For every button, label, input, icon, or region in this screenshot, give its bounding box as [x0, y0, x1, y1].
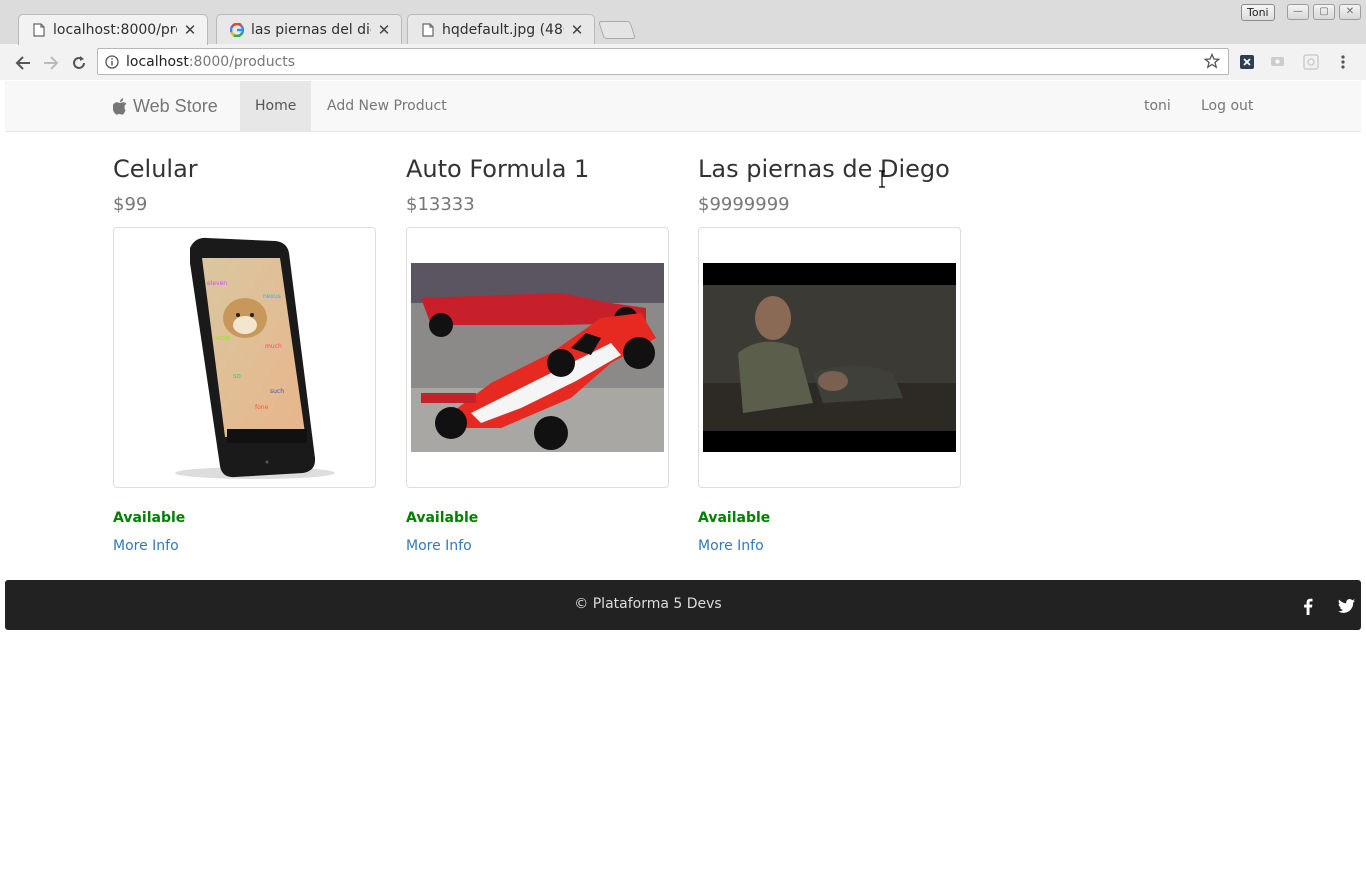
- more-info-link[interactable]: More Info: [113, 538, 376, 554]
- close-tab-icon[interactable]: ✕: [570, 21, 584, 39]
- svg-text:much: much: [265, 343, 282, 350]
- product-price: $9999999: [698, 194, 790, 215]
- availability-status: Available: [698, 510, 771, 526]
- url-text: localhost:8000/products: [126, 53, 296, 70]
- nav-home-link[interactable]: Home: [240, 81, 312, 131]
- product-price: $13333: [406, 194, 475, 215]
- twitter-icon[interactable]: [1336, 596, 1356, 616]
- site-footer: © Plataforma 5 Devs: [5, 580, 1361, 630]
- race-car-image: [411, 263, 664, 452]
- product-card: Celular $99 eleven nexus wow much so suc…: [113, 155, 376, 554]
- reload-icon[interactable]: [68, 52, 90, 74]
- svg-text:nexus: nexus: [263, 293, 281, 300]
- google-icon: [229, 22, 245, 38]
- more-info-link[interactable]: More Info: [406, 538, 669, 554]
- close-window-icon[interactable]: ✕: [1339, 4, 1361, 20]
- copyright-text: © Plataforma 5 Devs: [574, 596, 722, 612]
- close-tab-icon[interactable]: ✕: [377, 21, 391, 39]
- movie-still-image: [703, 263, 956, 452]
- info-icon[interactable]: [98, 54, 126, 69]
- close-tab-icon[interactable]: ✕: [183, 21, 197, 39]
- product-card: Las piernas de Diego $9999999 Available …: [698, 155, 961, 554]
- browser-tab-products[interactable]: localhost:8000/products ✕: [18, 14, 208, 45]
- svg-text:so: so: [233, 372, 241, 380]
- maximize-icon[interactable]: ▢: [1313, 4, 1335, 20]
- svg-text:wow: wow: [215, 334, 231, 342]
- more-info-link[interactable]: More Info: [698, 538, 961, 554]
- site-navbar: Web Store Home Add New Product toni Log …: [5, 81, 1361, 132]
- profile-badge[interactable]: Toni: [1241, 4, 1275, 21]
- facebook-icon[interactable]: [1298, 596, 1318, 616]
- product-thumbnail[interactable]: eleven nexus wow much so such fone: [113, 227, 376, 488]
- product-thumbnail[interactable]: [406, 227, 669, 488]
- brand-name: Web Store: [133, 95, 218, 116]
- availability-status: Available: [406, 510, 479, 526]
- extension-gear-icon[interactable]: [1302, 53, 1320, 71]
- apple-icon: [113, 97, 127, 115]
- svg-text:fone: fone: [255, 404, 269, 411]
- browser-tab-google[interactable]: las piernas del diego - Google ✕: [216, 14, 402, 44]
- svg-text:eleven: eleven: [207, 280, 227, 287]
- browser-tab-image[interactable]: hqdefault.jpg (480×360) ✕: [407, 14, 595, 44]
- text-cursor-icon: [879, 170, 885, 188]
- minimize-icon[interactable]: —: [1287, 4, 1309, 20]
- forward-arrow-icon[interactable]: [40, 52, 62, 74]
- product-price: $99: [113, 194, 148, 215]
- nav-logout-link[interactable]: Log out: [1201, 81, 1253, 131]
- product-name: Celular: [113, 155, 198, 183]
- nav-add-product-link[interactable]: Add New Product: [327, 81, 447, 131]
- phone-image: eleven nexus wow much so such fone: [174, 237, 335, 479]
- address-bar[interactable]: localhost:8000/products: [97, 48, 1229, 75]
- page-viewport: Web Store Home Add New Product toni Log …: [5, 81, 1361, 892]
- tab-title: localhost:8000/products: [53, 22, 177, 38]
- product-name: Auto Formula 1: [406, 155, 590, 183]
- page-icon: [31, 22, 47, 38]
- brand-link[interactable]: Web Store: [113, 81, 218, 131]
- tab-title: las piernas del diego - Google: [251, 21, 371, 38]
- back-arrow-icon[interactable]: [12, 52, 34, 74]
- product-thumbnail[interactable]: [698, 227, 961, 488]
- product-name: Las piernas de Diego: [698, 155, 950, 183]
- browser-chrome: las piernas del diego - Google ✕ hqdefau…: [0, 0, 1366, 80]
- nav-user-link[interactable]: toni: [1144, 81, 1171, 131]
- extension-x-icon[interactable]: [1238, 53, 1256, 71]
- new-tab-button[interactable]: [598, 21, 636, 39]
- tab-title: hqdefault.jpg (480×360): [442, 21, 564, 38]
- product-card: Auto Formula 1 $13333 Available More Inf…: [406, 155, 669, 554]
- svg-text:such: such: [270, 388, 284, 395]
- availability-status: Available: [113, 510, 186, 526]
- bookmark-star-icon[interactable]: [1203, 52, 1221, 73]
- extension-cast-icon[interactable]: [1269, 53, 1287, 71]
- page-icon: [420, 22, 436, 38]
- browser-menu-icon[interactable]: [1334, 53, 1352, 71]
